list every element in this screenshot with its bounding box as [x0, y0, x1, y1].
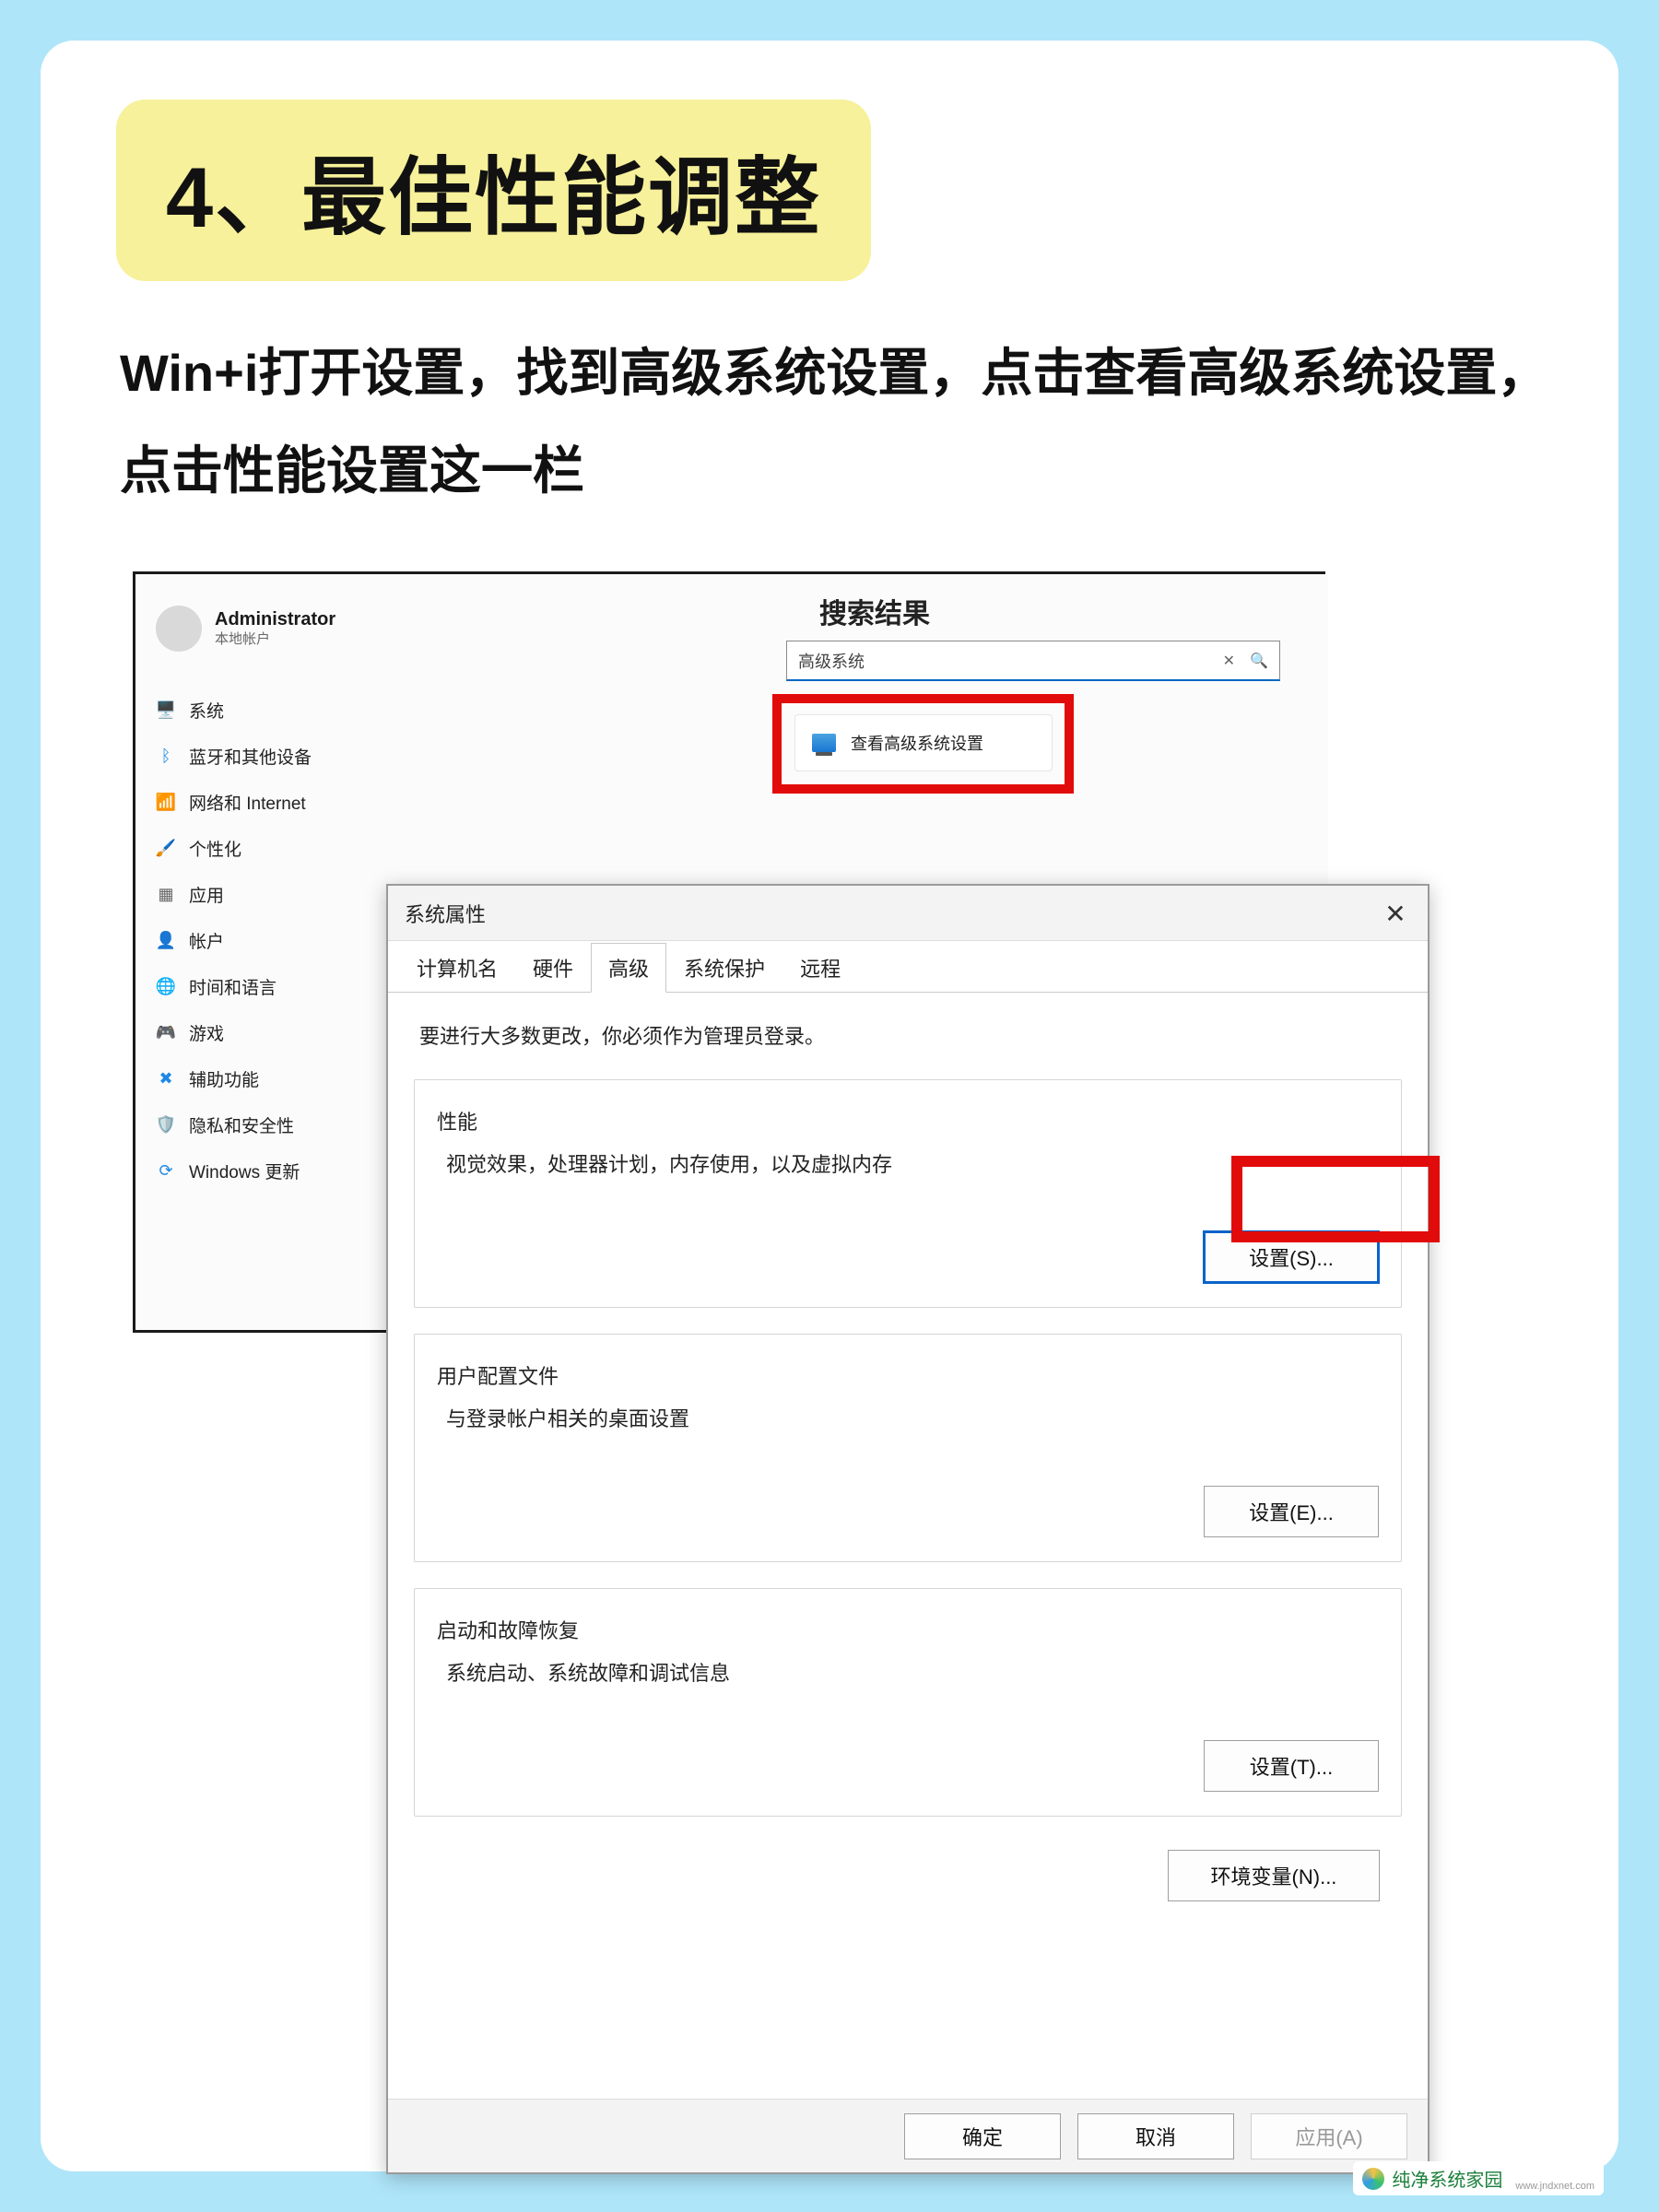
user-name: Administrator: [215, 608, 335, 631]
sidebar-item-icon: ᛒ: [156, 746, 176, 766]
watermark-text: 纯净系统家园: [1392, 2165, 1502, 2192]
sidebar-item-2[interactable]: 📶 网络和 Internet: [135, 779, 421, 825]
sidebar-item-6[interactable]: 🌐 时间和语言: [135, 963, 421, 1009]
sidebar-item-8[interactable]: ✖ 辅助功能: [135, 1055, 421, 1101]
environment-variables-button[interactable]: 环境变量(N)...: [1168, 1850, 1380, 1901]
sidebar-item-label: 隐私和安全性: [189, 1112, 294, 1137]
sidebar-nav: 🖥️ 系统 ᛒ 蓝牙和其他设备 📶 网络和 Internet 🖌️ 个性化 ▦ 应用 👤 帐户 🌐 时间和…: [135, 674, 421, 1194]
sidebar-item-1[interactable]: ᛒ 蓝牙和其他设备: [135, 733, 421, 779]
dialog-title: 系统属性: [405, 899, 486, 928]
tab-0[interactable]: 计算机名: [399, 943, 515, 993]
performance-settings-button[interactable]: 设置(S)...: [1204, 1231, 1379, 1283]
cancel-label: 取消: [1135, 2122, 1176, 2151]
group-performance-desc: 视觉效果，处理器计划，内存使用，以及虚拟内存: [437, 1148, 1379, 1178]
sidebar-item-label: 应用: [189, 882, 224, 907]
search-result-label: 查看高级系统设置: [851, 731, 983, 755]
tab-3[interactable]: 系统保护: [666, 943, 782, 993]
step-title-banner: 4、最佳性能调整: [116, 100, 871, 281]
group-performance: 性能 视觉效果，处理器计划，内存使用，以及虚拟内存 设置(S)...: [414, 1079, 1402, 1308]
apply-label: 应用(A): [1295, 2122, 1362, 2151]
user-subtitle: 本地帐户: [215, 631, 335, 649]
search-icon[interactable]: 🔍: [1250, 652, 1268, 670]
sidebar-item-label: 网络和 Internet: [189, 790, 306, 815]
search-input[interactable]: 高级系统: [798, 649, 1208, 673]
sidebar-item-icon: ▦: [156, 884, 176, 904]
sidebar-item-icon: 🌐: [156, 976, 176, 996]
profiles-settings-label: 设置(E)...: [1249, 1497, 1334, 1526]
page-card: 4、最佳性能调整 Win+i打开设置，找到高级系统设置，点击查看高级系统设置，点…: [41, 41, 1618, 2171]
system-properties-dialog: 系统属性 ✕ 计算机名硬件高级系统保护远程 要进行大多数更改，你必须作为管理员登…: [386, 884, 1430, 2174]
dialog-footer: 确定 取消 应用(A): [388, 2099, 1428, 2172]
group-profiles-title: 用户配置文件: [437, 1360, 1379, 1390]
startup-settings-label: 设置(T)...: [1250, 1751, 1333, 1781]
sidebar-item-icon: 📶: [156, 792, 176, 812]
sidebar-user-text: Administrator 本地帐户: [215, 608, 335, 649]
step-instructions: Win+i打开设置，找到高级系统设置，点击查看高级系统设置，点击性能设置这一栏: [120, 324, 1558, 521]
watermark-logo-icon: [1362, 2168, 1384, 2190]
group-startup-recovery: 启动和故障恢复 系统启动、系统故障和调试信息 设置(T)...: [414, 1588, 1402, 1817]
clear-search-icon[interactable]: ✕: [1208, 652, 1250, 670]
sidebar-item-7[interactable]: 🎮 游戏: [135, 1009, 421, 1055]
group-startup-title: 启动和故障恢复: [437, 1615, 1379, 1644]
sidebar-item-9[interactable]: 🛡️ 隐私和安全性: [135, 1101, 421, 1147]
sidebar-item-icon: ✖: [156, 1068, 176, 1088]
search-results-heading: 搜索结果: [819, 591, 930, 631]
watermark-sub: www.jndxnet.com: [1515, 2181, 1594, 2192]
sidebar-item-icon: 🛡️: [156, 1114, 176, 1135]
dialog-tabs: 计算机名硬件高级系统保护远程: [388, 941, 1428, 993]
startup-settings-button[interactable]: 设置(T)...: [1204, 1740, 1379, 1792]
close-icon[interactable]: ✕: [1363, 886, 1428, 941]
sidebar-item-5[interactable]: 👤 帐户: [135, 917, 421, 963]
group-performance-title: 性能: [437, 1106, 1379, 1135]
sidebar-item-icon: 👤: [156, 930, 176, 950]
step-title: 4、最佳性能调整: [166, 151, 821, 245]
sidebar-item-label: 辅助功能: [189, 1066, 259, 1091]
settings-sidebar: Administrator 本地帐户 🖥️ 系统 ᛒ 蓝牙和其他设备 📶 网络和 Inte…: [135, 574, 421, 1330]
cancel-button[interactable]: 取消: [1077, 2113, 1234, 2159]
environment-variables-label: 环境变量(N)...: [1211, 1861, 1337, 1890]
sidebar-item-label: 游戏: [189, 1020, 224, 1045]
sidebar-item-icon: ⟳: [156, 1160, 176, 1181]
group-startup-desc: 系统启动、系统故障和调试信息: [437, 1657, 1379, 1687]
sidebar-item-10[interactable]: ⟳ Windows 更新: [135, 1147, 421, 1194]
admin-note: 要进行大多数更改，你必须作为管理员登录。: [414, 1015, 1402, 1055]
watermark: 纯净系统家园 www.jndxnet.com: [1353, 2161, 1604, 2195]
ok-button[interactable]: 确定: [904, 2113, 1061, 2159]
sidebar-item-label: 时间和语言: [189, 974, 276, 999]
tab-4[interactable]: 远程: [782, 943, 858, 993]
sidebar-user-block[interactable]: Administrator 本地帐户: [135, 594, 421, 674]
sidebar-item-4[interactable]: ▦ 应用: [135, 871, 421, 917]
tab-2[interactable]: 高级: [591, 943, 666, 993]
apply-button[interactable]: 应用(A): [1251, 2113, 1407, 2159]
sidebar-item-label: 系统: [189, 698, 224, 723]
avatar: [156, 606, 202, 652]
profiles-settings-button[interactable]: 设置(E)...: [1204, 1486, 1379, 1537]
monitor-icon: [812, 734, 836, 752]
performance-settings-label: 设置(S)...: [1249, 1242, 1334, 1272]
settings-search-box[interactable]: 高级系统 ✕ 🔍: [786, 641, 1280, 681]
sidebar-item-label: 蓝牙和其他设备: [189, 744, 312, 769]
tab-1[interactable]: 硬件: [515, 943, 591, 993]
sidebar-item-3[interactable]: 🖌️ 个性化: [135, 825, 421, 871]
group-user-profiles: 用户配置文件 与登录帐户相关的桌面设置 设置(E)...: [414, 1334, 1402, 1562]
sidebar-item-icon: 🖥️: [156, 700, 176, 720]
dialog-body: 要进行大多数更改，你必须作为管理员登录。 性能 视觉效果，处理器计划，内存使用，…: [388, 993, 1428, 2099]
dialog-titlebar: 系统属性 ✕: [388, 886, 1428, 941]
sidebar-item-icon: 🎮: [156, 1022, 176, 1042]
sidebar-item-label: 个性化: [189, 836, 241, 861]
sidebar-item-label: 帐户: [189, 928, 224, 953]
sidebar-item-label: Windows 更新: [189, 1159, 300, 1183]
search-result-advanced-system[interactable]: 查看高级系统设置: [794, 714, 1053, 771]
ok-label: 确定: [962, 2122, 1003, 2151]
group-profiles-desc: 与登录帐户相关的桌面设置: [437, 1403, 1379, 1432]
env-var-row: 环境变量(N)...: [414, 1842, 1402, 1901]
sidebar-item-icon: 🖌️: [156, 838, 176, 858]
sidebar-item-0[interactable]: 🖥️ 系统: [135, 687, 421, 733]
